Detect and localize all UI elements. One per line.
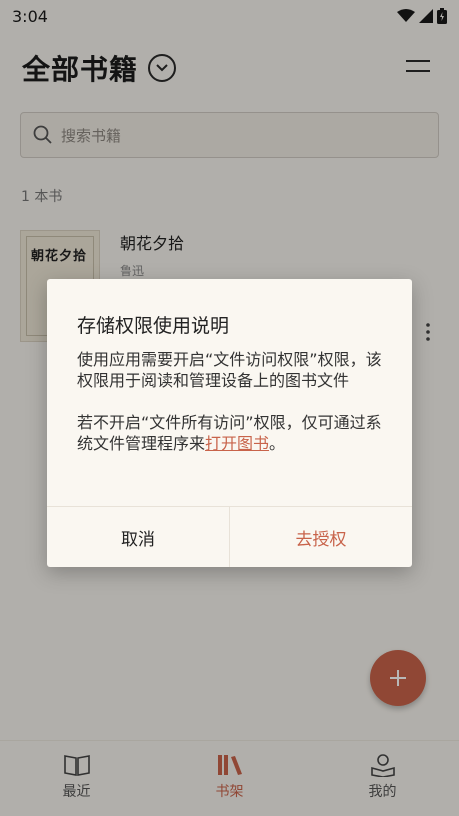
dialog-title: 存储权限使用说明	[77, 315, 230, 337]
dialog-paragraph-2: 若不开启“文件所有访问”权限，仅可通过系统文件管理程序来打开图书。	[77, 412, 387, 454]
dialog-paragraph-1: 使用应用需要开启“文件访问权限”权限，该权限用于阅读和管理设备上的图书文件	[77, 350, 382, 390]
authorize-button[interactable]: 去授权	[230, 507, 412, 567]
cancel-button[interactable]: 取消	[47, 507, 230, 567]
dialog-actions: 取消 去授权	[47, 506, 412, 567]
dialog-paragraph-2-end: 。	[269, 434, 286, 453]
storage-permission-dialog: 存储权限使用说明 使用应用需要开启“文件访问权限”权限，该权限用于阅读和管理设备…	[47, 279, 412, 567]
dialog-body: 使用应用需要开启“文件访问权限”权限，该权限用于阅读和管理设备上的图书文件 若不…	[77, 349, 387, 475]
open-book-link[interactable]: 打开图书	[205, 434, 269, 453]
